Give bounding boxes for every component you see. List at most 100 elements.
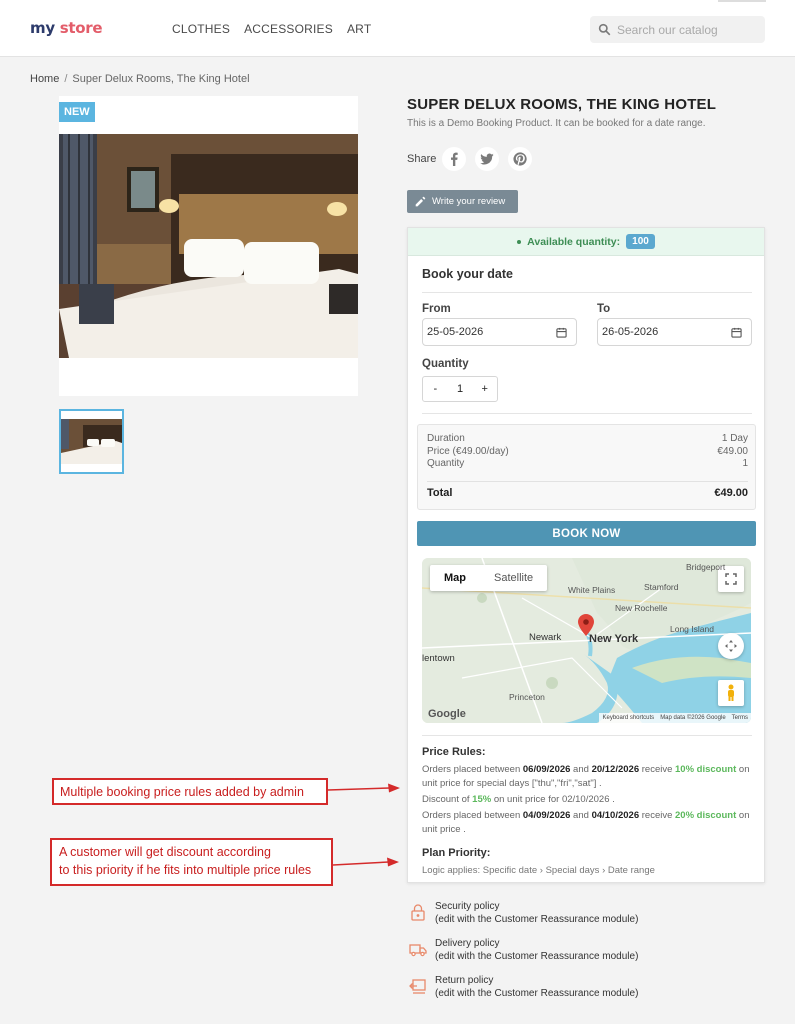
map-city-bridgeport: Bridgeport [686, 562, 726, 572]
annotation-text: A customer will get discount according [59, 845, 271, 859]
plan-priority-title: Plan Priority: [422, 847, 491, 859]
map-tab-map[interactable]: Map [430, 565, 480, 591]
reassurance-title: Security policy [435, 901, 500, 912]
product-subtitle: This is a Demo Booking Product. It can b… [407, 118, 706, 129]
summary-duration-row: Duration 1 Day [427, 433, 748, 444]
calendar-icon[interactable] [731, 327, 742, 338]
write-review-button[interactable]: Write your review [407, 190, 518, 213]
book-now-button[interactable]: BOOK NOW [417, 521, 756, 546]
rule-text: Orders placed between [422, 810, 523, 821]
price-label: Price (€49.00/day) [427, 446, 509, 457]
from-date-value: 25-05-2026 [427, 326, 484, 338]
map-city-princeton: Princeton [509, 692, 545, 702]
product-main-photo[interactable] [59, 134, 358, 358]
breadcrumb-home[interactable]: Home [30, 73, 59, 85]
to-label: To [597, 303, 611, 315]
map-city-newark: Newark [529, 632, 562, 643]
quantity-value[interactable]: 1 [448, 383, 473, 395]
rule-text: Orders placed between [422, 764, 523, 775]
reassurance-subtitle: (edit with the Customer Reassurance modu… [435, 988, 639, 999]
quantity-decrease-button[interactable]: - [423, 383, 448, 395]
breadcrumb: Home / Super Delux Rooms, The King Hotel [30, 73, 250, 85]
annotation-plan-priority: A customer will get discount according t… [50, 838, 333, 886]
search-icon[interactable] [598, 23, 611, 36]
store-logo[interactable]: my store [30, 19, 103, 37]
price-value: €49.00 [717, 446, 748, 457]
calendar-icon[interactable] [556, 327, 567, 338]
map-data-attribution: Map data ©2026 Google [660, 715, 726, 721]
location-map[interactable]: Map Satellite New York Newark lentown Pr… [422, 558, 751, 723]
product-title: SUPER DELUX ROOMS, THE KING HOTEL [407, 96, 717, 113]
rule-date: 06/09/2026 [522, 764, 571, 775]
map-city-long-island: Long Island [670, 624, 714, 634]
product-image-panel: NEW [59, 96, 358, 396]
rule-date: 04/09/2026 [522, 810, 571, 821]
summary-quantity-value: 1 [742, 458, 748, 469]
rule-text: and [570, 764, 592, 775]
share-row: Share [407, 147, 541, 171]
to-date-input[interactable]: 26-05-2026 [597, 318, 752, 346]
rule-date: 04/10/2026 [591, 810, 640, 821]
facebook-icon[interactable] [442, 147, 467, 171]
map-pan-control-icon[interactable] [718, 633, 744, 659]
annotation-text: to this priority if he fits into multipl… [59, 863, 312, 877]
search-input[interactable] [617, 22, 757, 37]
duration-value: 1 Day [721, 433, 748, 444]
rule-text: receive [639, 764, 676, 775]
divider [422, 735, 752, 736]
breadcrumb-separator: / [64, 73, 68, 85]
price-rule-3: Orders placed between 04/09/2026 and 04/… [422, 809, 752, 837]
pinterest-icon[interactable] [508, 147, 533, 171]
availability-dot-icon [517, 239, 522, 244]
annotation-price-rules: Multiple booking price rules added by ad… [52, 778, 328, 805]
from-label: From [422, 303, 451, 315]
logo-text-my: my [30, 19, 60, 37]
keyboard-shortcuts-link[interactable]: Keyboard shortcuts [602, 715, 654, 721]
pegman-icon[interactable] [718, 680, 744, 706]
new-badge: NEW [59, 102, 95, 122]
reassurance-subtitle: (edit with the Customer Reassurance modu… [435, 914, 639, 925]
map-city-stamford: Stamford [644, 582, 679, 592]
reassurance-subtitle: (edit with the Customer Reassurance modu… [435, 951, 639, 962]
map-tab-satellite[interactable]: Satellite [480, 565, 547, 591]
quantity-label: Quantity [422, 358, 469, 370]
nav-clothes[interactable]: CLOTHES [172, 22, 230, 36]
quantity-increase-button[interactable]: + [472, 383, 497, 395]
nav-art[interactable]: ART [347, 22, 371, 36]
total-value: €49.00 [714, 487, 748, 499]
twitter-icon[interactable] [475, 147, 500, 171]
summary-quantity-label: Quantity [427, 458, 465, 469]
price-rules-title: Price Rules: [422, 746, 486, 758]
rule-discount: 15% [472, 794, 492, 805]
book-your-date-title: Book your date [422, 267, 513, 281]
header-topline [718, 0, 766, 2]
map-type-tabs: Map Satellite [430, 565, 548, 591]
rule-text: receive [639, 810, 676, 821]
availability-bar: Available quantity: 100 [408, 228, 764, 256]
rule-text: Discount of [422, 794, 473, 805]
nav-accessories[interactable]: ACCESSORIES [244, 22, 333, 36]
map-city-new-rochelle: New Rochelle [615, 603, 668, 613]
map-city-allentown: lentown [422, 653, 455, 664]
rule-text: and [570, 810, 592, 821]
rule-discount: 10% discount [675, 764, 737, 775]
from-date-input[interactable]: 25-05-2026 [422, 318, 577, 346]
main-nav: CLOTHES ACCESSORIES ART [172, 22, 371, 36]
rule-date: 20/12/2026 [591, 764, 640, 775]
truck-icon [409, 944, 427, 957]
total-label: Total [427, 487, 453, 499]
reassurance-title: Delivery policy [435, 938, 500, 949]
booking-card: Available quantity: 100 Book your date F… [407, 227, 765, 883]
map-terms-link[interactable]: Terms [732, 715, 748, 721]
price-rule-2: Discount of 15% on unit price for 02/10/… [422, 793, 752, 807]
summary-price-row: Price (€49.00/day) €49.00 [427, 446, 748, 457]
divider [422, 413, 752, 414]
site-header: my store CLOTHES ACCESSORIES ART [0, 0, 795, 57]
product-thumbnail[interactable] [59, 409, 124, 474]
return-box-icon [409, 979, 426, 994]
rule-text: on unit price for 02/10/2026 . [491, 794, 615, 805]
booking-summary: Duration 1 Day Price (€49.00/day) €49.00 Q… [417, 424, 756, 510]
price-rule-1: Orders placed between 06/09/2026 and 20/… [422, 763, 752, 791]
map-footer: Keyboard shortcuts Map data ©2026 Google… [599, 713, 751, 723]
annotation-arrow-icon [333, 857, 399, 867]
